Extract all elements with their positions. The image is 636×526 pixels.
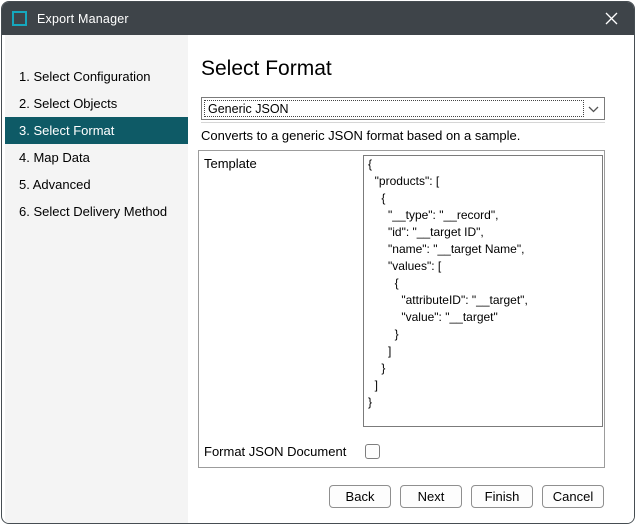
chevron-down-icon (588, 106, 599, 113)
format-description: Converts to a generic JSON format based … (201, 128, 520, 143)
format-json-document-checkbox[interactable] (365, 444, 380, 459)
template-json-editor[interactable]: { "products": [ { "__type": "__record", … (363, 155, 603, 427)
template-label: Template (204, 156, 257, 171)
finish-button[interactable]: Finish (471, 485, 533, 508)
dialog-body: 1. Select Configuration 2. Select Object… (2, 35, 634, 524)
sidebar-item-select-format[interactable]: 3. Select Format (5, 117, 188, 144)
export-manager-window: Export Manager 1. Select Configuration 2… (1, 1, 635, 524)
cancel-button[interactable]: Cancel (542, 485, 604, 508)
sidebar-item-select-objects[interactable]: 2. Select Objects (5, 90, 188, 117)
format-dropdown-value: Generic JSON (204, 100, 584, 117)
close-icon (605, 12, 618, 25)
titlebar: Export Manager (2, 2, 634, 35)
dialog-button-row: Back Next Finish Cancel (329, 485, 604, 508)
main-panel: Select Format Generic JSON Converts to a… (188, 35, 634, 524)
sidebar-item-select-delivery-method[interactable]: 6. Select Delivery Method (5, 198, 188, 225)
sidebar-item-advanced[interactable]: 5. Advanced (5, 171, 188, 198)
back-button[interactable]: Back (329, 485, 391, 508)
close-button[interactable] (588, 2, 634, 35)
format-options-groupbox: Template { "products": [ { "__type": "__… (198, 150, 605, 468)
next-button[interactable]: Next (400, 485, 462, 508)
sidebar-item-map-data[interactable]: 4. Map Data (5, 144, 188, 171)
page-title: Select Format (201, 57, 332, 81)
wizard-steps-sidebar: 1. Select Configuration 2. Select Object… (5, 35, 188, 524)
format-json-document-label: Format JSON Document (204, 444, 346, 459)
window-title: Export Manager (37, 12, 129, 26)
format-dropdown[interactable]: Generic JSON (201, 97, 605, 120)
sidebar-item-select-configuration[interactable]: 1. Select Configuration (5, 63, 188, 90)
app-window-icon (12, 11, 27, 26)
dropdown-separator (201, 122, 605, 123)
